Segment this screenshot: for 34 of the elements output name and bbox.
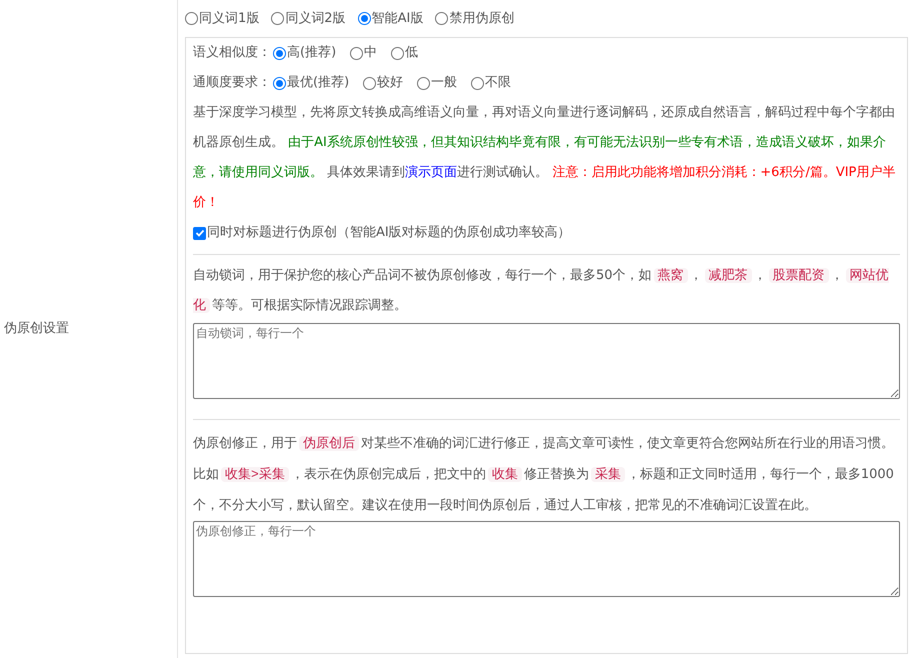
option-choice[interactable]: 一般 (431, 73, 458, 93)
demo-link[interactable]: 演示页面 (405, 165, 458, 180)
radio-button[interactable] (273, 76, 286, 90)
radio-button[interactable] (435, 12, 448, 25)
check-icon (194, 228, 204, 238)
option-label: 语义相似度： (193, 44, 271, 62)
option-choice[interactable]: 最优(推荐) (287, 73, 350, 93)
mode-option[interactable]: 智能AI版 (372, 8, 424, 28)
radio-button[interactable] (363, 76, 376, 90)
lock-words-description: 自动锁词，用于保护您的核心产品词不被伪原创修改，每行一个，最多50个，如 燕窝 ， 减肥茶 ， 股票配资 ， 网站优化 等等。可根据实际情况跟踪调整。 (193, 267, 890, 315)
corrections-description: 伪原创修正，用于 伪原创后 对某些不准确的词汇进行修正，提高文章可读性，使文章更符合您网站所在行业的用语习惯。比如 收集>采集 ，表示在伪原创完成后，把文中的 收集 修正替换为 采集 ，标题和正文同时适用，每行一个，最多1000个，不分大小写，默认留空。建议在使用一段时间伪原创后，通过人工审核，把常见的不准确词汇设置在此。 (193, 435, 895, 515)
radio-button[interactable] (391, 46, 404, 60)
checkbox-label[interactable]: 同时对标题进行伪原创（智能AI版对标题的伪原创成功率较高） (207, 223, 571, 243)
option-choice[interactable]: 高(推荐) (287, 43, 336, 63)
radio-button[interactable] (417, 76, 430, 90)
mode-option[interactable]: 同义词2版 (285, 8, 346, 28)
mode-option[interactable]: 同义词1版 (199, 8, 260, 28)
radio-button[interactable] (185, 12, 198, 25)
lock-words-field[interactable]: 自动锁词，每行一个 (193, 323, 900, 399)
option-choice[interactable]: 不限 (485, 73, 512, 93)
setting-label: 伪原创设置 (4, 320, 69, 338)
checkbox[interactable] (193, 226, 206, 240)
radio-button[interactable] (358, 12, 371, 25)
radio-button[interactable] (471, 76, 484, 90)
option-label: 通顺度要求： (193, 74, 271, 92)
corrections-field[interactable]: 伪原创修正，每行一个 (193, 521, 900, 597)
ai-description: 基于深度学习模型，先将原文转换成高维语义向量，再对语义向量进行逐词解码，还原成自然语言，解码过程中每个字都由机器原创生成。 由于AI系统原创性较强，但其知识结构毕竟有限，有可能无法识别一些专有术语，造成语义破坏，如果介意，请使用同义词版。 具体效果请到演示页面进行测试确认。 注意：启用此功能将增加积分消耗：+6积分/篇。VIP用户半价！ (193, 104, 896, 212)
radio-button[interactable] (271, 12, 284, 25)
option-choice[interactable]: 较好 (377, 73, 404, 93)
option-choice[interactable]: 中 (364, 43, 378, 63)
radio-button[interactable] (273, 46, 286, 60)
radio-button[interactable] (350, 46, 364, 60)
mode-option[interactable]: 禁用伪原创 (449, 8, 514, 28)
option-choice[interactable]: 低 (405, 43, 418, 63)
